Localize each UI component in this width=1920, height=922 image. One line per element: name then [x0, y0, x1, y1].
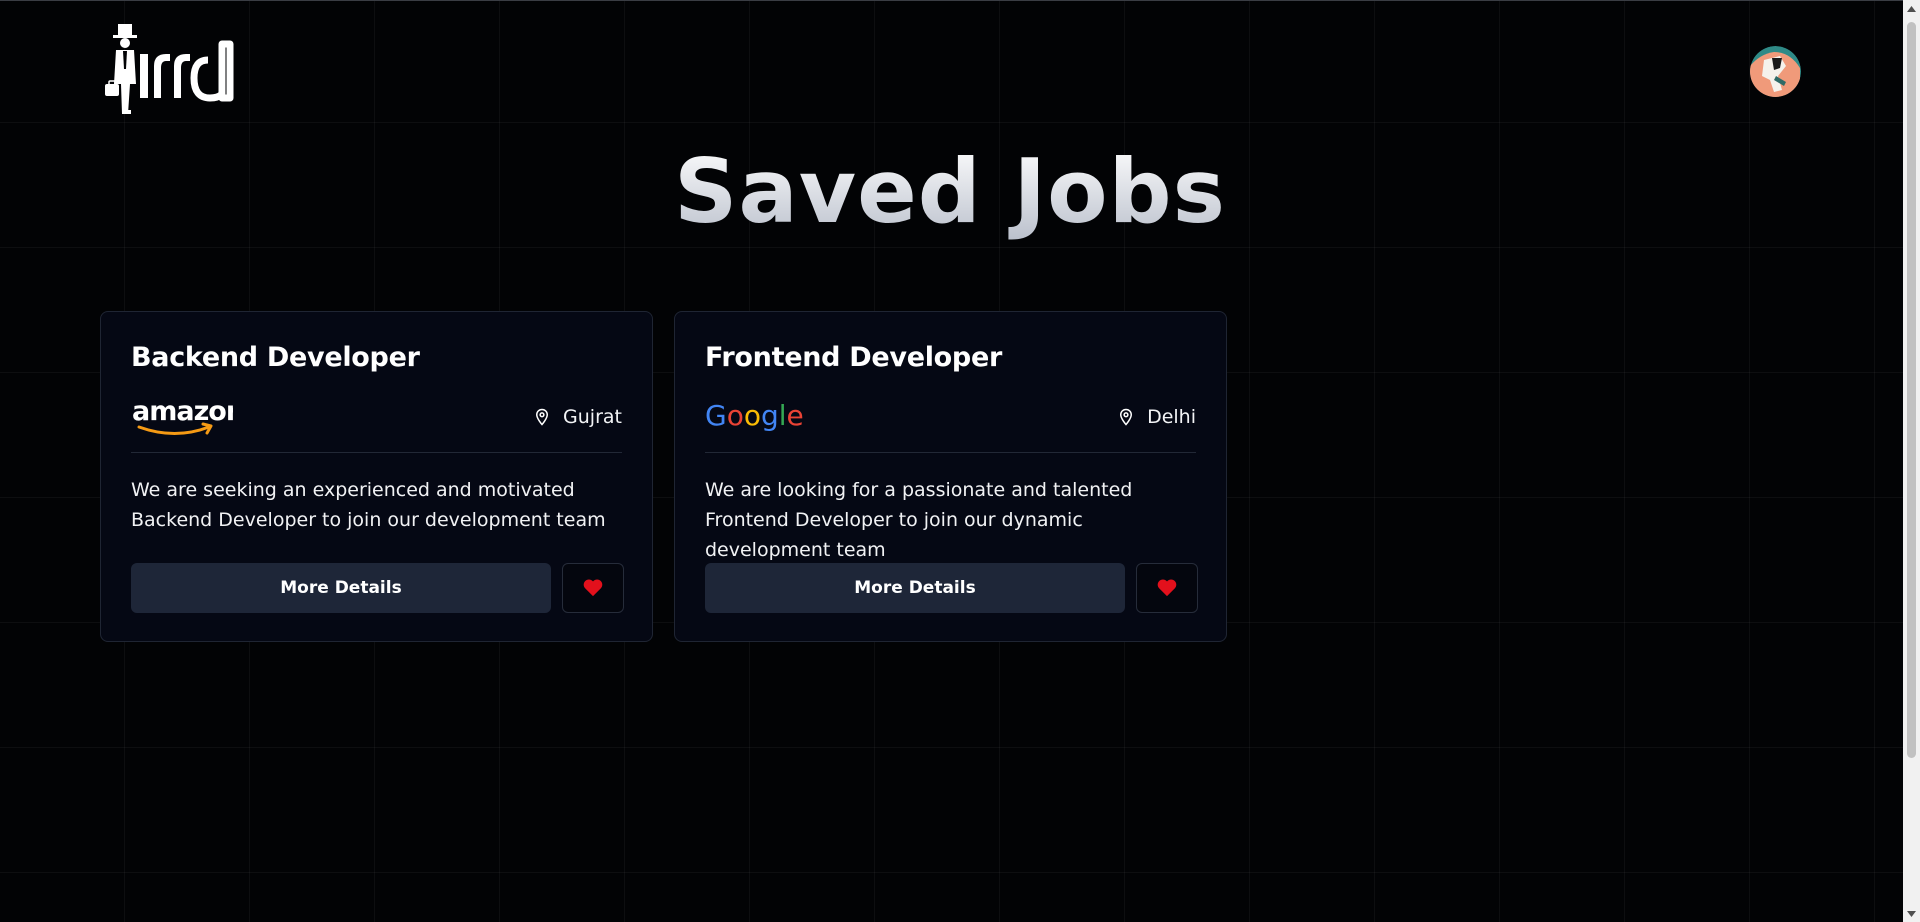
hirrd-logo[interactable]: [104, 24, 256, 116]
heart-icon: [1157, 579, 1177, 597]
map-pin-icon: [1120, 408, 1133, 426]
more-details-button[interactable]: More Details: [705, 563, 1125, 613]
window-top-border: [0, 0, 1920, 1]
more-details-button[interactable]: More Details: [131, 563, 551, 613]
card-divider: [705, 452, 1196, 453]
scroll-up-arrow-icon[interactable]: [1903, 0, 1920, 17]
save-job-button[interactable]: [1136, 563, 1198, 613]
job-location: Delhi: [1117, 406, 1196, 428]
job-title: Frontend Developer: [705, 342, 1002, 373]
amazon-logo: amazon: [131, 396, 245, 438]
page-title: Saved Jobs: [0, 140, 1900, 243]
location-text: Delhi: [1147, 406, 1196, 428]
heart-icon: [583, 579, 603, 597]
google-logo: Google: [705, 398, 807, 438]
job-card: Backend Developer amazon Gujrat We are s…: [100, 311, 653, 642]
vertical-scrollbar[interactable]: [1903, 0, 1920, 922]
job-title: Backend Developer: [131, 342, 420, 373]
page: Saved Jobs Backend Developer amazon Gujr…: [0, 0, 1920, 922]
company-name: amazon: [132, 398, 233, 427]
job-card: Frontend Developer Google Delhi We are l…: [674, 311, 1227, 642]
location-text: Gujrat: [563, 406, 622, 428]
job-description: We are looking for a passionate and tale…: [705, 479, 1133, 561]
save-job-button[interactable]: [562, 563, 624, 613]
map-pin-icon: [536, 408, 549, 426]
job-location: Gujrat: [533, 406, 622, 428]
user-avatar-button[interactable]: [1750, 46, 1801, 97]
user-avatar-icon: [1750, 46, 1801, 97]
hirrd-logo-mark: [105, 24, 234, 114]
card-divider: [131, 452, 622, 453]
job-description: We are seeking an experienced and motiva…: [131, 479, 606, 531]
scrollbar-thumb[interactable]: [1907, 22, 1916, 758]
company-name: Google: [705, 399, 804, 432]
scroll-down-arrow-icon[interactable]: [1903, 905, 1920, 922]
